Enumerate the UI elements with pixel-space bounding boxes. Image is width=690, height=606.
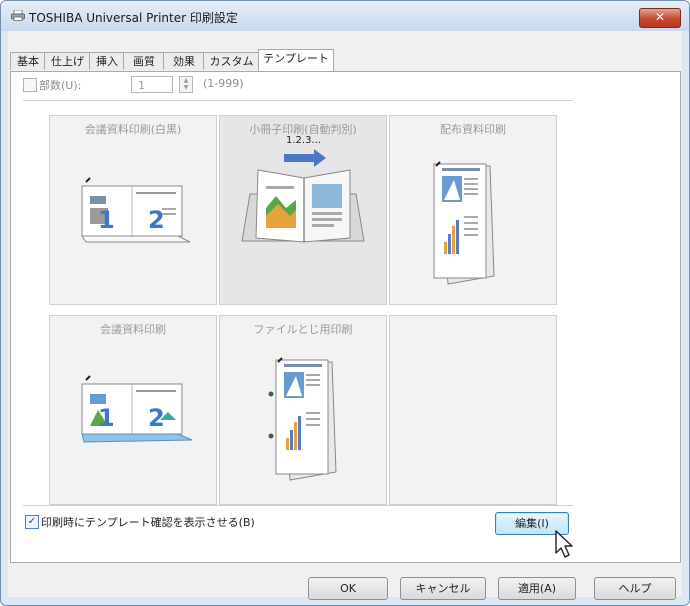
dialog-window: TOSHIBA Universal Printer 印刷設定 ✕ 基本 仕上げ … (0, 0, 690, 606)
cancel-label: キャンセル (415, 582, 471, 595)
confirm-checkbox[interactable]: ✓ (25, 515, 39, 529)
edit-button-label: 編集(I) (515, 517, 549, 530)
booklet-icon: 1.2.3... (241, 135, 365, 243)
booklet-page-order: 1.2.3... (286, 135, 321, 146)
tab-custom[interactable]: カスタム (203, 52, 260, 70)
apply-button[interactable]: 適用(A) (498, 577, 576, 600)
tab-label: 仕上げ (51, 55, 84, 68)
title-bar[interactable]: TOSHIBA Universal Printer 印刷設定 ✕ (1, 1, 689, 31)
mouse-pointer-icon (555, 530, 573, 558)
tab-finishing[interactable]: 仕上げ (44, 52, 91, 70)
two-up-pages-color-icon: 1 2 (81, 375, 193, 443)
copies-range: (1-999) (203, 77, 244, 90)
ok-button[interactable]: OK (308, 577, 388, 600)
dialog-body: 基本 仕上げ 挿入 画質 効果 カスタム テンプレート 部数(U): 1 ▲ ▼… (8, 31, 682, 600)
tab-label: 基本 (17, 55, 39, 68)
template-panel: 部数(U): 1 ▲ ▼ (1-999) 会議資料印刷(白黒) 1 2 小冊子印… (10, 71, 681, 563)
copies-input[interactable]: 1 (131, 76, 173, 93)
template-handout[interactable]: 配布資料印刷 (389, 115, 557, 305)
confirm-label: 印刷時にテンプレート確認を表示させる(B) (41, 516, 255, 529)
copies-checkbox[interactable] (23, 78, 37, 92)
tab-label: カスタム (209, 55, 254, 68)
template-file-binding[interactable]: ファイルとじ用印刷 (219, 315, 387, 505)
tab-effects[interactable]: 効果 (163, 52, 205, 70)
window-title: TOSHIBA Universal Printer 印刷設定 (29, 11, 238, 25)
svg-text:1: 1 (98, 404, 115, 432)
arrow-right-icon (284, 149, 326, 167)
apply-label: 適用(A) (517, 582, 557, 595)
cancel-button[interactable]: キャンセル (400, 577, 486, 600)
binding-document-icon (268, 357, 337, 481)
divider (23, 505, 573, 506)
check-icon: ✓ (27, 516, 37, 527)
tab-label: 挿入 (96, 55, 118, 68)
spin-up-icon: ▲ (183, 77, 189, 84)
divider (23, 100, 573, 101)
help-button[interactable]: ヘルプ (594, 577, 676, 600)
tab-basic[interactable]: 基本 (10, 52, 46, 70)
two-up-pages-icon: 1 2 (81, 177, 191, 243)
tab-template[interactable]: テンプレート (258, 49, 334, 71)
spin-down-icon: ▼ (183, 84, 189, 91)
copies-label: 部数(U): (39, 79, 82, 92)
tab-image-quality[interactable]: 画質 (123, 52, 165, 70)
ok-label: OK (340, 582, 356, 595)
tab-label: テンプレート (263, 52, 329, 65)
help-label: ヘルプ (618, 582, 652, 595)
template-meeting-mono[interactable]: 会議資料印刷(白黒) 1 2 (49, 115, 217, 305)
close-button[interactable]: ✕ (639, 8, 681, 28)
tab-insert[interactable]: 挿入 (89, 52, 125, 70)
close-icon: ✕ (654, 10, 666, 24)
printer-icon (11, 10, 25, 21)
handout-document-icon (433, 161, 495, 285)
template-booklet-auto[interactable]: 小冊子印刷(自動判別) 1.2.3... (219, 115, 387, 305)
svg-text:2: 2 (148, 206, 165, 234)
copies-spinner[interactable]: ▲ ▼ (179, 76, 193, 93)
svg-text:1: 1 (98, 206, 115, 234)
tab-label: 効果 (173, 55, 195, 68)
template-empty-slot (389, 315, 557, 505)
template-meeting[interactable]: 会議資料印刷 1 2 (49, 315, 217, 505)
tab-label: 画質 (133, 55, 155, 68)
